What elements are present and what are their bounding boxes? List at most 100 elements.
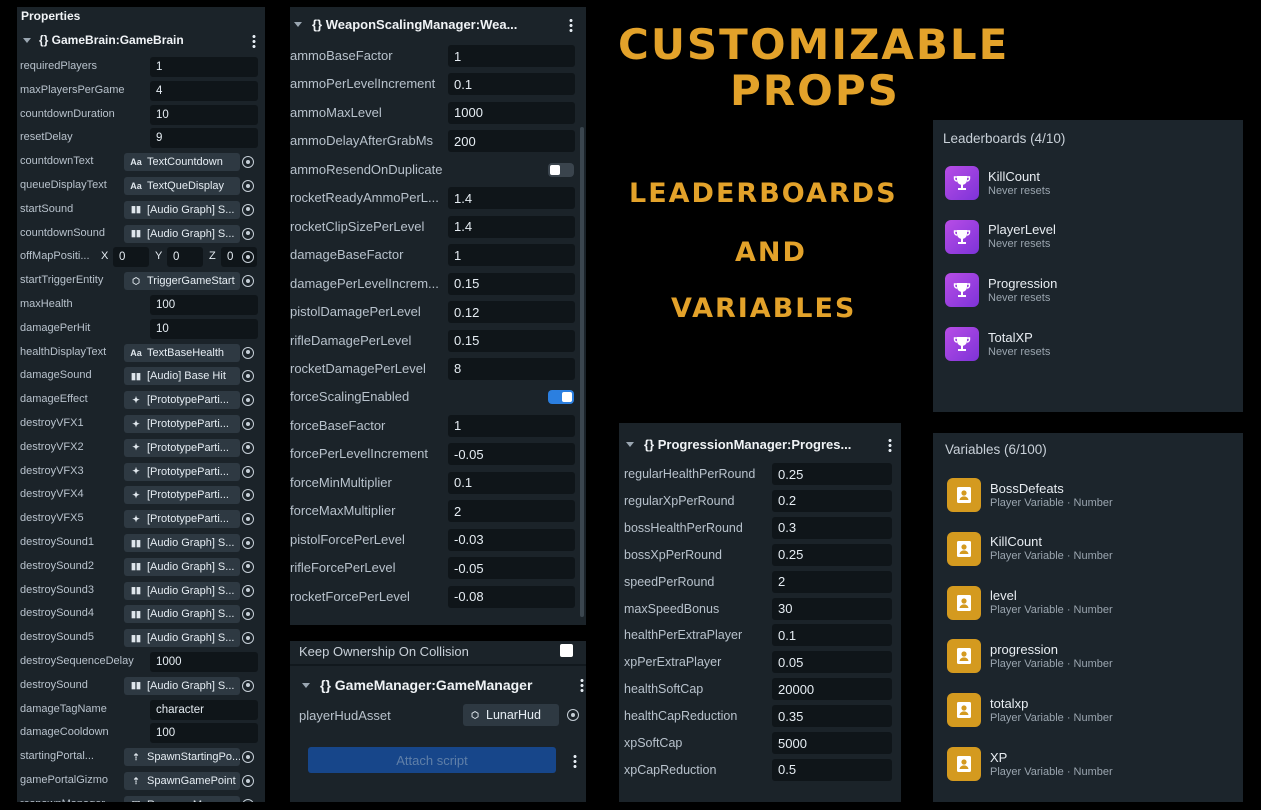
property-value-field[interactable]: 2 — [772, 570, 892, 593]
object-reference-field[interactable]: ▮▮ [Audio Graph] S... — [124, 629, 240, 648]
target-picker-icon[interactable] — [242, 584, 254, 597]
property-value-field[interactable]: 20000 — [772, 678, 892, 701]
property-value-field[interactable]: 1.4 — [448, 215, 575, 238]
object-reference-field[interactable]: ⬡ TriggerGameStart — [124, 272, 240, 291]
property-value-field[interactable]: 4 — [150, 80, 258, 101]
property-value-field[interactable]: 1 — [448, 414, 575, 437]
property-value-field[interactable]: 100 — [150, 295, 258, 315]
target-picker-icon[interactable] — [242, 608, 254, 621]
target-picker-icon[interactable] — [242, 513, 254, 526]
target-picker-icon[interactable] — [242, 679, 254, 692]
target-picker-icon[interactable] — [242, 441, 254, 454]
property-value-field[interactable]: 0.15 — [448, 329, 575, 352]
toggle-switch[interactable] — [548, 390, 574, 405]
leaderboard-item[interactable]: PlayerLevel Never resets — [945, 217, 1056, 257]
variable-item[interactable]: BossDefeats Player Variable · Number — [947, 475, 1113, 515]
leaderboard-item[interactable]: KillCount Never resets — [945, 163, 1050, 203]
object-reference-field[interactable]: ✦ [PrototypeParti... — [124, 415, 240, 433]
property-value-field[interactable]: 10 — [150, 318, 258, 339]
more-options-icon[interactable] — [569, 18, 573, 32]
target-picker-icon[interactable] — [567, 709, 579, 721]
object-reference-field[interactable]: ▮▮ [Audio Graph] S... — [124, 605, 240, 624]
weapon-header[interactable]: {} WeaponScalingManager:Wea... — [294, 17, 517, 32]
target-picker-icon[interactable] — [242, 156, 254, 169]
property-value-field[interactable]: 0.3 — [772, 516, 892, 539]
target-picker-icon[interactable] — [242, 275, 254, 288]
object-reference-field[interactable]: ▮▮ [Audio Graph] S... — [124, 676, 240, 695]
property-value-field[interactable]: 0.05 — [772, 651, 892, 674]
object-reference-field[interactable]: ✦ [PrototypeParti... — [124, 438, 240, 457]
object-reference-field[interactable]: ⇡ SpawnStartingPo... — [124, 748, 240, 767]
variable-item[interactable]: KillCount Player Variable · Number — [947, 529, 1113, 569]
object-reference-field[interactable]: ✦ [PrototypeParti... — [124, 391, 240, 410]
leaderboard-item[interactable]: Progression Never resets — [945, 270, 1057, 310]
object-reference-field[interactable]: ⬚RespawnManager — [124, 795, 240, 802]
vector-y-field[interactable]: 0 — [167, 247, 203, 268]
object-reference-field[interactable]: ✦ [PrototypeParti... — [124, 486, 240, 505]
property-value-field[interactable]: 0.5 — [772, 758, 892, 781]
toggle-switch[interactable] — [548, 162, 574, 177]
variable-item[interactable]: progression Player Variable · Number — [947, 636, 1113, 676]
collapse-caret-icon[interactable] — [626, 442, 634, 447]
object-reference-field[interactable]: Aa TextCountdown — [124, 153, 240, 172]
property-value-field[interactable]: 9 — [150, 128, 258, 149]
object-reference-field[interactable]: Aa TextQueDisplay — [124, 177, 240, 195]
variable-item[interactable]: XP Player Variable · Number — [947, 744, 1113, 784]
object-reference-field[interactable]: ✦ [PrototypeParti... — [124, 462, 240, 481]
variable-item[interactable]: totalxp Player Variable · Number — [947, 690, 1113, 730]
target-picker-icon[interactable] — [242, 203, 254, 216]
ownership-checkbox[interactable] — [560, 644, 573, 657]
target-picker-icon[interactable] — [242, 537, 254, 549]
property-value-field[interactable]: 0.12 — [448, 301, 575, 324]
property-value-field[interactable]: -0.08 — [448, 585, 575, 608]
property-value-field[interactable]: 8 — [448, 357, 575, 380]
target-picker-icon[interactable] — [242, 465, 254, 478]
collapse-caret-icon[interactable] — [23, 37, 31, 43]
property-value-field[interactable]: 1000 — [150, 652, 258, 672]
property-value-field[interactable]: 1 — [448, 45, 575, 67]
property-value-field[interactable]: 100 — [150, 723, 258, 744]
target-picker-icon[interactable] — [242, 394, 254, 407]
more-options-icon[interactable] — [580, 678, 584, 692]
target-picker-icon[interactable] — [242, 798, 254, 802]
progression-header[interactable]: {} ProgressionManager:Progres... — [626, 437, 851, 452]
leaderboard-item[interactable]: TotalXP Never resets — [945, 324, 1050, 364]
target-picker-icon[interactable] — [242, 227, 254, 240]
gamemanager-header[interactable]: {} GameManager:GameManager — [302, 677, 532, 693]
property-value-field[interactable]: 0.1 — [772, 624, 892, 647]
property-value-field[interactable]: 0.15 — [448, 272, 575, 295]
target-picker-icon[interactable] — [242, 560, 254, 573]
property-value-field[interactable]: 200 — [448, 130, 575, 153]
target-picker-icon[interactable] — [242, 775, 254, 787]
property-value-field[interactable]: 1000 — [448, 101, 575, 124]
object-reference-field[interactable]: ▮▮ [Audio Graph] S... — [124, 224, 240, 243]
variable-item[interactable]: level Player Variable · Number — [947, 583, 1113, 623]
property-value-field[interactable]: 0.1 — [448, 471, 575, 494]
property-value-field[interactable]: 0.1 — [448, 73, 575, 96]
object-reference-field[interactable]: ▮▮ [Audio Graph] S... — [124, 557, 240, 576]
target-picker-icon[interactable] — [242, 180, 254, 192]
target-picker-icon[interactable] — [242, 370, 254, 383]
property-value-field[interactable]: 30 — [772, 597, 892, 620]
collapse-caret-icon[interactable] — [294, 22, 302, 27]
target-picker-icon[interactable] — [242, 346, 254, 359]
object-reference-field[interactable]: ✦ [PrototypeParti... — [124, 510, 240, 529]
property-value-field[interactable]: 5000 — [772, 732, 892, 754]
property-value-field[interactable]: 0.35 — [772, 705, 892, 728]
target-picker-icon[interactable] — [242, 632, 254, 645]
object-reference-field[interactable]: ▮▮ [Audio Graph] S... — [124, 581, 240, 600]
target-picker-icon[interactable] — [242, 751, 254, 764]
object-reference-field[interactable]: ▮▮ [Audio Graph] S... — [124, 534, 240, 552]
object-reference-field[interactable]: ▮▮ [Audio] Base Hit — [124, 367, 240, 386]
property-value-field[interactable]: 0.2 — [772, 489, 892, 512]
object-reference-field[interactable]: ▮▮ [Audio Graph] S... — [124, 200, 240, 219]
property-value-field[interactable]: 0.25 — [772, 463, 892, 485]
hud-asset-field[interactable]: ⬡ LunarHud — [463, 704, 559, 726]
more-options-icon[interactable] — [888, 438, 892, 452]
property-value-field[interactable]: 1 — [448, 244, 575, 267]
object-reference-field[interactable]: ⇡ SpawnGamePoint — [124, 772, 240, 790]
more-options-icon[interactable] — [252, 34, 256, 48]
property-value-field[interactable]: 10 — [150, 104, 258, 125]
property-value-field[interactable]: 1 — [150, 57, 258, 77]
collapse-caret-icon[interactable] — [302, 682, 310, 688]
